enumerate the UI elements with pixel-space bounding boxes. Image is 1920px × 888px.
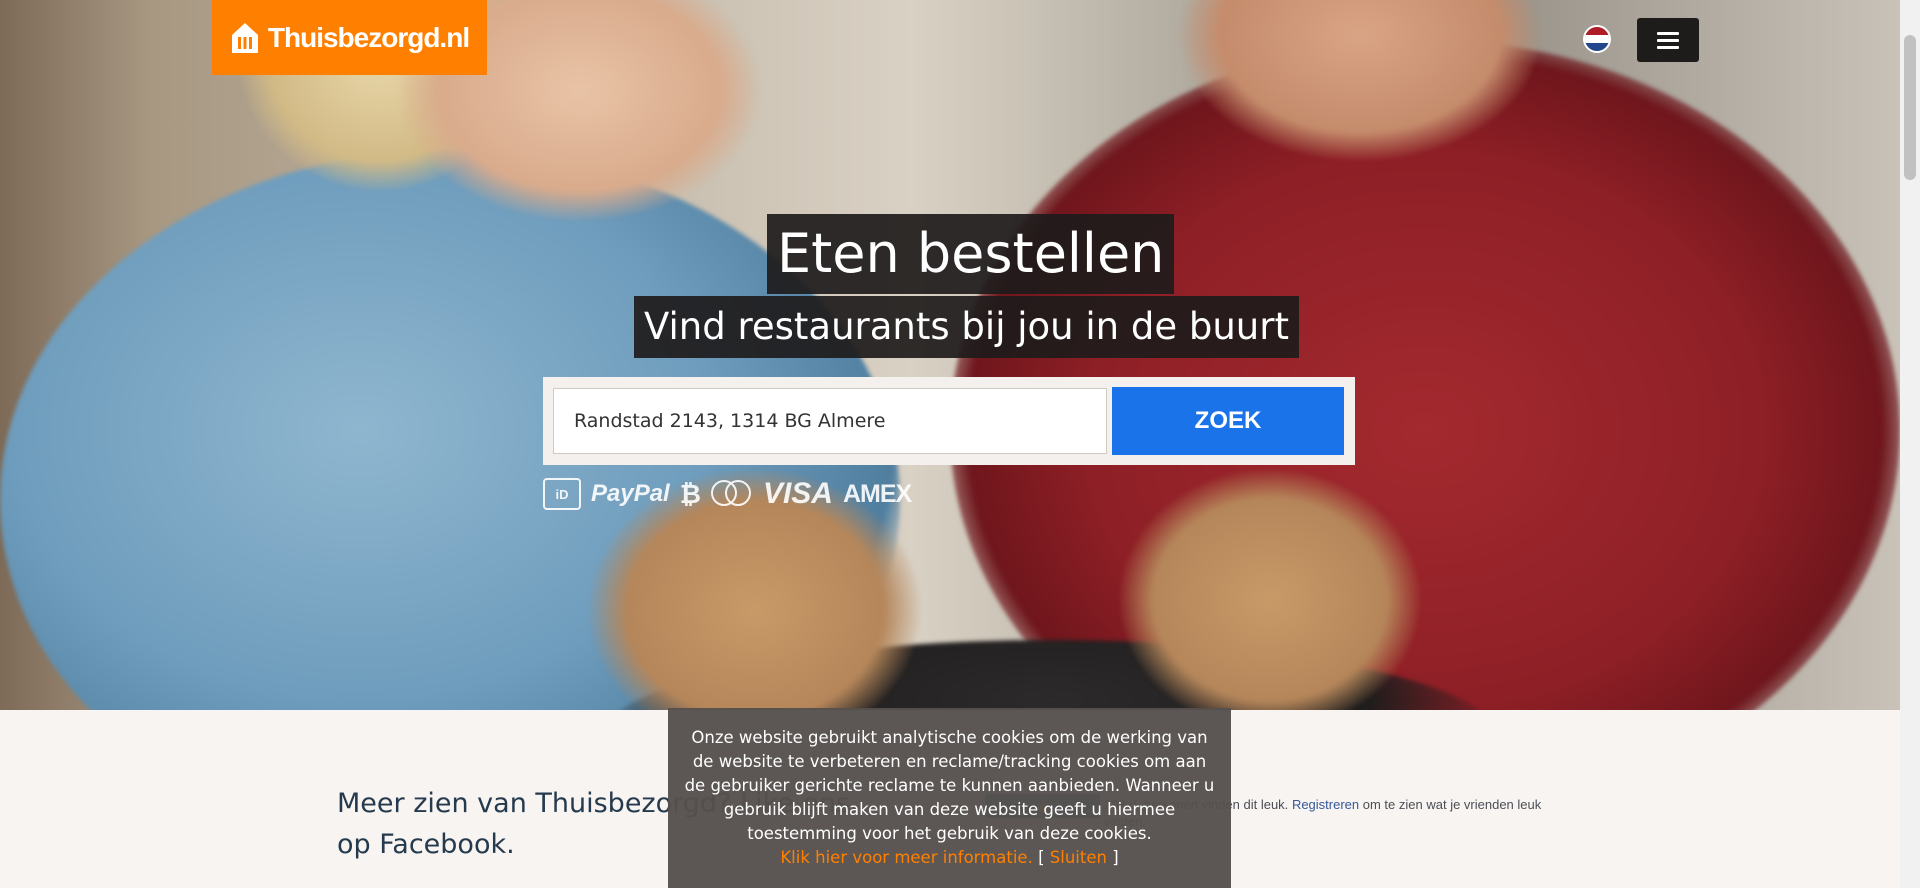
site-logo[interactable]: Thuisbezorgd.nl xyxy=(212,0,487,75)
paypal-icon: PayPal xyxy=(591,480,670,507)
scrollbar-thumb[interactable] xyxy=(1904,35,1916,180)
amex-icon: AMEX xyxy=(842,479,912,508)
address-search-form: ZOEK xyxy=(543,377,1355,465)
bitcoin-icon: ₿ xyxy=(679,478,701,509)
cookie-banner: Onze website gebruikt analytische cookie… xyxy=(668,708,1231,888)
page-title: Eten bestellen xyxy=(767,214,1175,294)
menu-button[interactable] xyxy=(1637,18,1699,62)
search-button[interactable]: ZOEK xyxy=(1112,387,1344,455)
ideal-icon: iD xyxy=(543,478,581,510)
hamburger-menu-icon xyxy=(1657,31,1679,35)
address-input[interactable] xyxy=(553,388,1107,454)
cookie-message: Onze website gebruikt analytische cookie… xyxy=(684,728,1215,843)
cookie-close-link[interactable]: Sluiten xyxy=(1050,848,1107,867)
cookie-more-info-link[interactable]: Klik hier voor meer informatie. xyxy=(780,848,1032,867)
hero-section: Thuisbezorgd.nl Eten bestellen Vind rest… xyxy=(0,0,1900,710)
mastercard-icon xyxy=(710,480,753,508)
payment-methods: iD PayPal ₿ VISA AMEX xyxy=(543,477,912,511)
house-logo-icon xyxy=(231,22,258,53)
facebook-register-link[interactable]: Registreren xyxy=(1292,797,1359,812)
cookie-actions: Klik hier voor meer informatie. [ Sluite… xyxy=(780,848,1119,867)
page-scrollbar[interactable] xyxy=(1900,0,1920,888)
visa-icon: VISA xyxy=(762,477,833,510)
page-subtitle: Vind restaurants bij jou in de buurt xyxy=(634,296,1299,358)
netherlands-flag-icon[interactable] xyxy=(1583,25,1611,53)
logo-text: Thuisbezorgd.nl xyxy=(267,21,470,53)
